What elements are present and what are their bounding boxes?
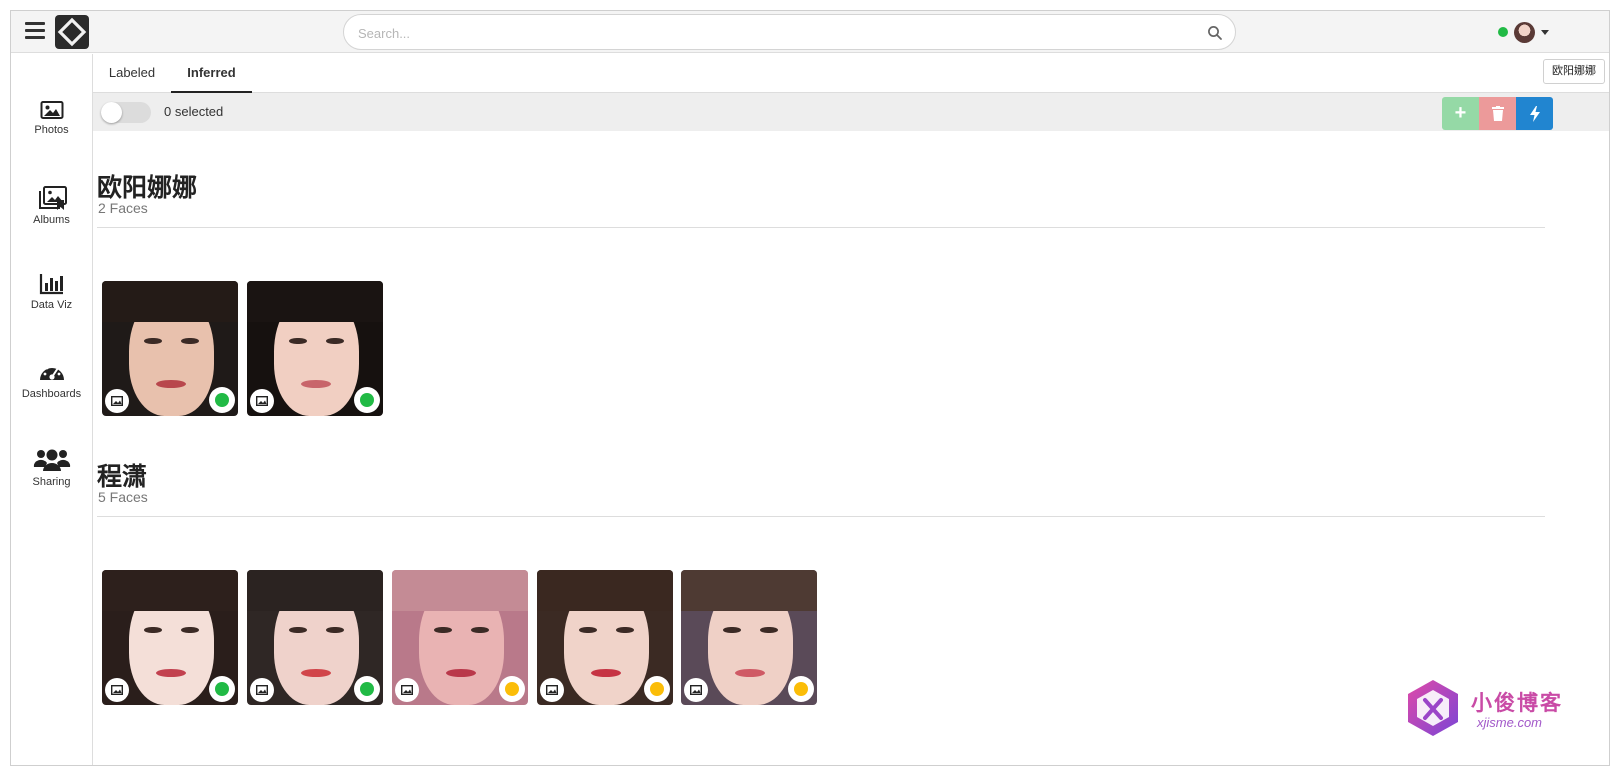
chevron-down-icon[interactable] [1541,30,1549,35]
face-count: 5 Faces [98,489,148,505]
user-avatar[interactable] [1514,22,1535,43]
sidebar-item-label: Dashboards [21,388,82,400]
tab-inferred[interactable]: Inferred [171,54,252,93]
search-bar [343,14,1236,50]
face-thumbnail[interactable] [247,570,383,705]
watermark: 小俊博客 xjisme.com [1405,677,1565,747]
gauge-icon [39,364,64,380]
tab-labeled[interactable]: Labeled [93,54,171,93]
face-thumbnail[interactable] [537,570,673,705]
face-thumbnail[interactable] [102,570,238,705]
confidence-indicator [209,676,235,702]
image-icon [40,101,63,119]
top-bar [11,11,1609,53]
add-label-button[interactable]: + [1442,97,1479,130]
open-photo-icon[interactable] [395,678,419,702]
confidence-indicator [209,387,235,413]
albums-icon [38,186,67,210]
sidebar-item-photos[interactable]: Photos [11,100,92,136]
confidence-indicator [499,676,525,702]
trash-icon [1491,106,1504,121]
open-photo-icon[interactable] [105,389,129,413]
app-logo-icon[interactable] [55,15,89,49]
watermark-title: 小俊博客 [1471,692,1563,715]
group-title: 欧阳娜娜 [97,174,198,202]
sidebar-item-data-viz[interactable]: Data Viz [11,273,92,311]
person-filter-button[interactable]: 欧阳娜娜 [1543,59,1605,84]
face-thumbnail[interactable] [392,570,528,705]
face-thumbnail[interactable] [102,281,238,416]
person-group: 程潇 5 Faces [97,457,1545,757]
app-window: Photos Albums Data Viz [10,10,1610,766]
selection-toolbar: 0 selected + [93,93,1609,131]
confidence-indicator [354,676,380,702]
watermark-url: xjisme.com [1477,715,1543,730]
sidebar-item-dashboards[interactable]: Dashboards [11,360,92,400]
sidebar-item-label: Albums [33,214,70,226]
users-icon [33,449,70,471]
divider [97,516,1545,517]
person-group: 欧阳娜娜 2 Faces [97,168,1545,418]
divider [97,227,1545,228]
sidebar-item-label: Data Viz [30,299,73,311]
open-photo-icon[interactable] [250,389,274,413]
delete-button[interactable] [1479,97,1516,130]
open-photo-icon[interactable] [684,678,708,702]
face-thumbnail[interactable] [681,570,817,705]
confidence-indicator [644,676,670,702]
sidebar-item-label: Photos [34,124,69,136]
face-count: 2 Faces [98,200,148,216]
bar-chart-icon [39,274,63,295]
sidebar-item-label: Sharing [32,476,71,488]
train-button[interactable] [1516,97,1553,130]
confidence-indicator [354,387,380,413]
watermark-logo-icon [1408,680,1458,736]
sidebar-item-sharing[interactable]: Sharing [11,448,92,488]
tab-bar: Labeled Inferred 欧阳娜娜 [93,54,1609,93]
sidebar: Photos Albums Data Viz Dashboards Sharin… [11,54,93,765]
select-all-toggle[interactable] [101,102,151,123]
open-photo-icon[interactable] [540,678,564,702]
group-title: 程潇 [97,463,148,491]
open-photo-icon[interactable] [105,678,129,702]
lightning-icon [1529,106,1540,122]
menu-icon[interactable] [25,22,45,40]
face-thumbnail[interactable] [247,281,383,416]
sidebar-item-albums[interactable]: Albums [11,186,92,226]
search-input[interactable] [358,23,1198,43]
online-status-dot [1498,27,1508,37]
confidence-indicator [788,676,814,702]
selected-count: 0 selected [164,104,224,119]
search-icon[interactable] [1207,25,1223,41]
open-photo-icon[interactable] [250,678,274,702]
